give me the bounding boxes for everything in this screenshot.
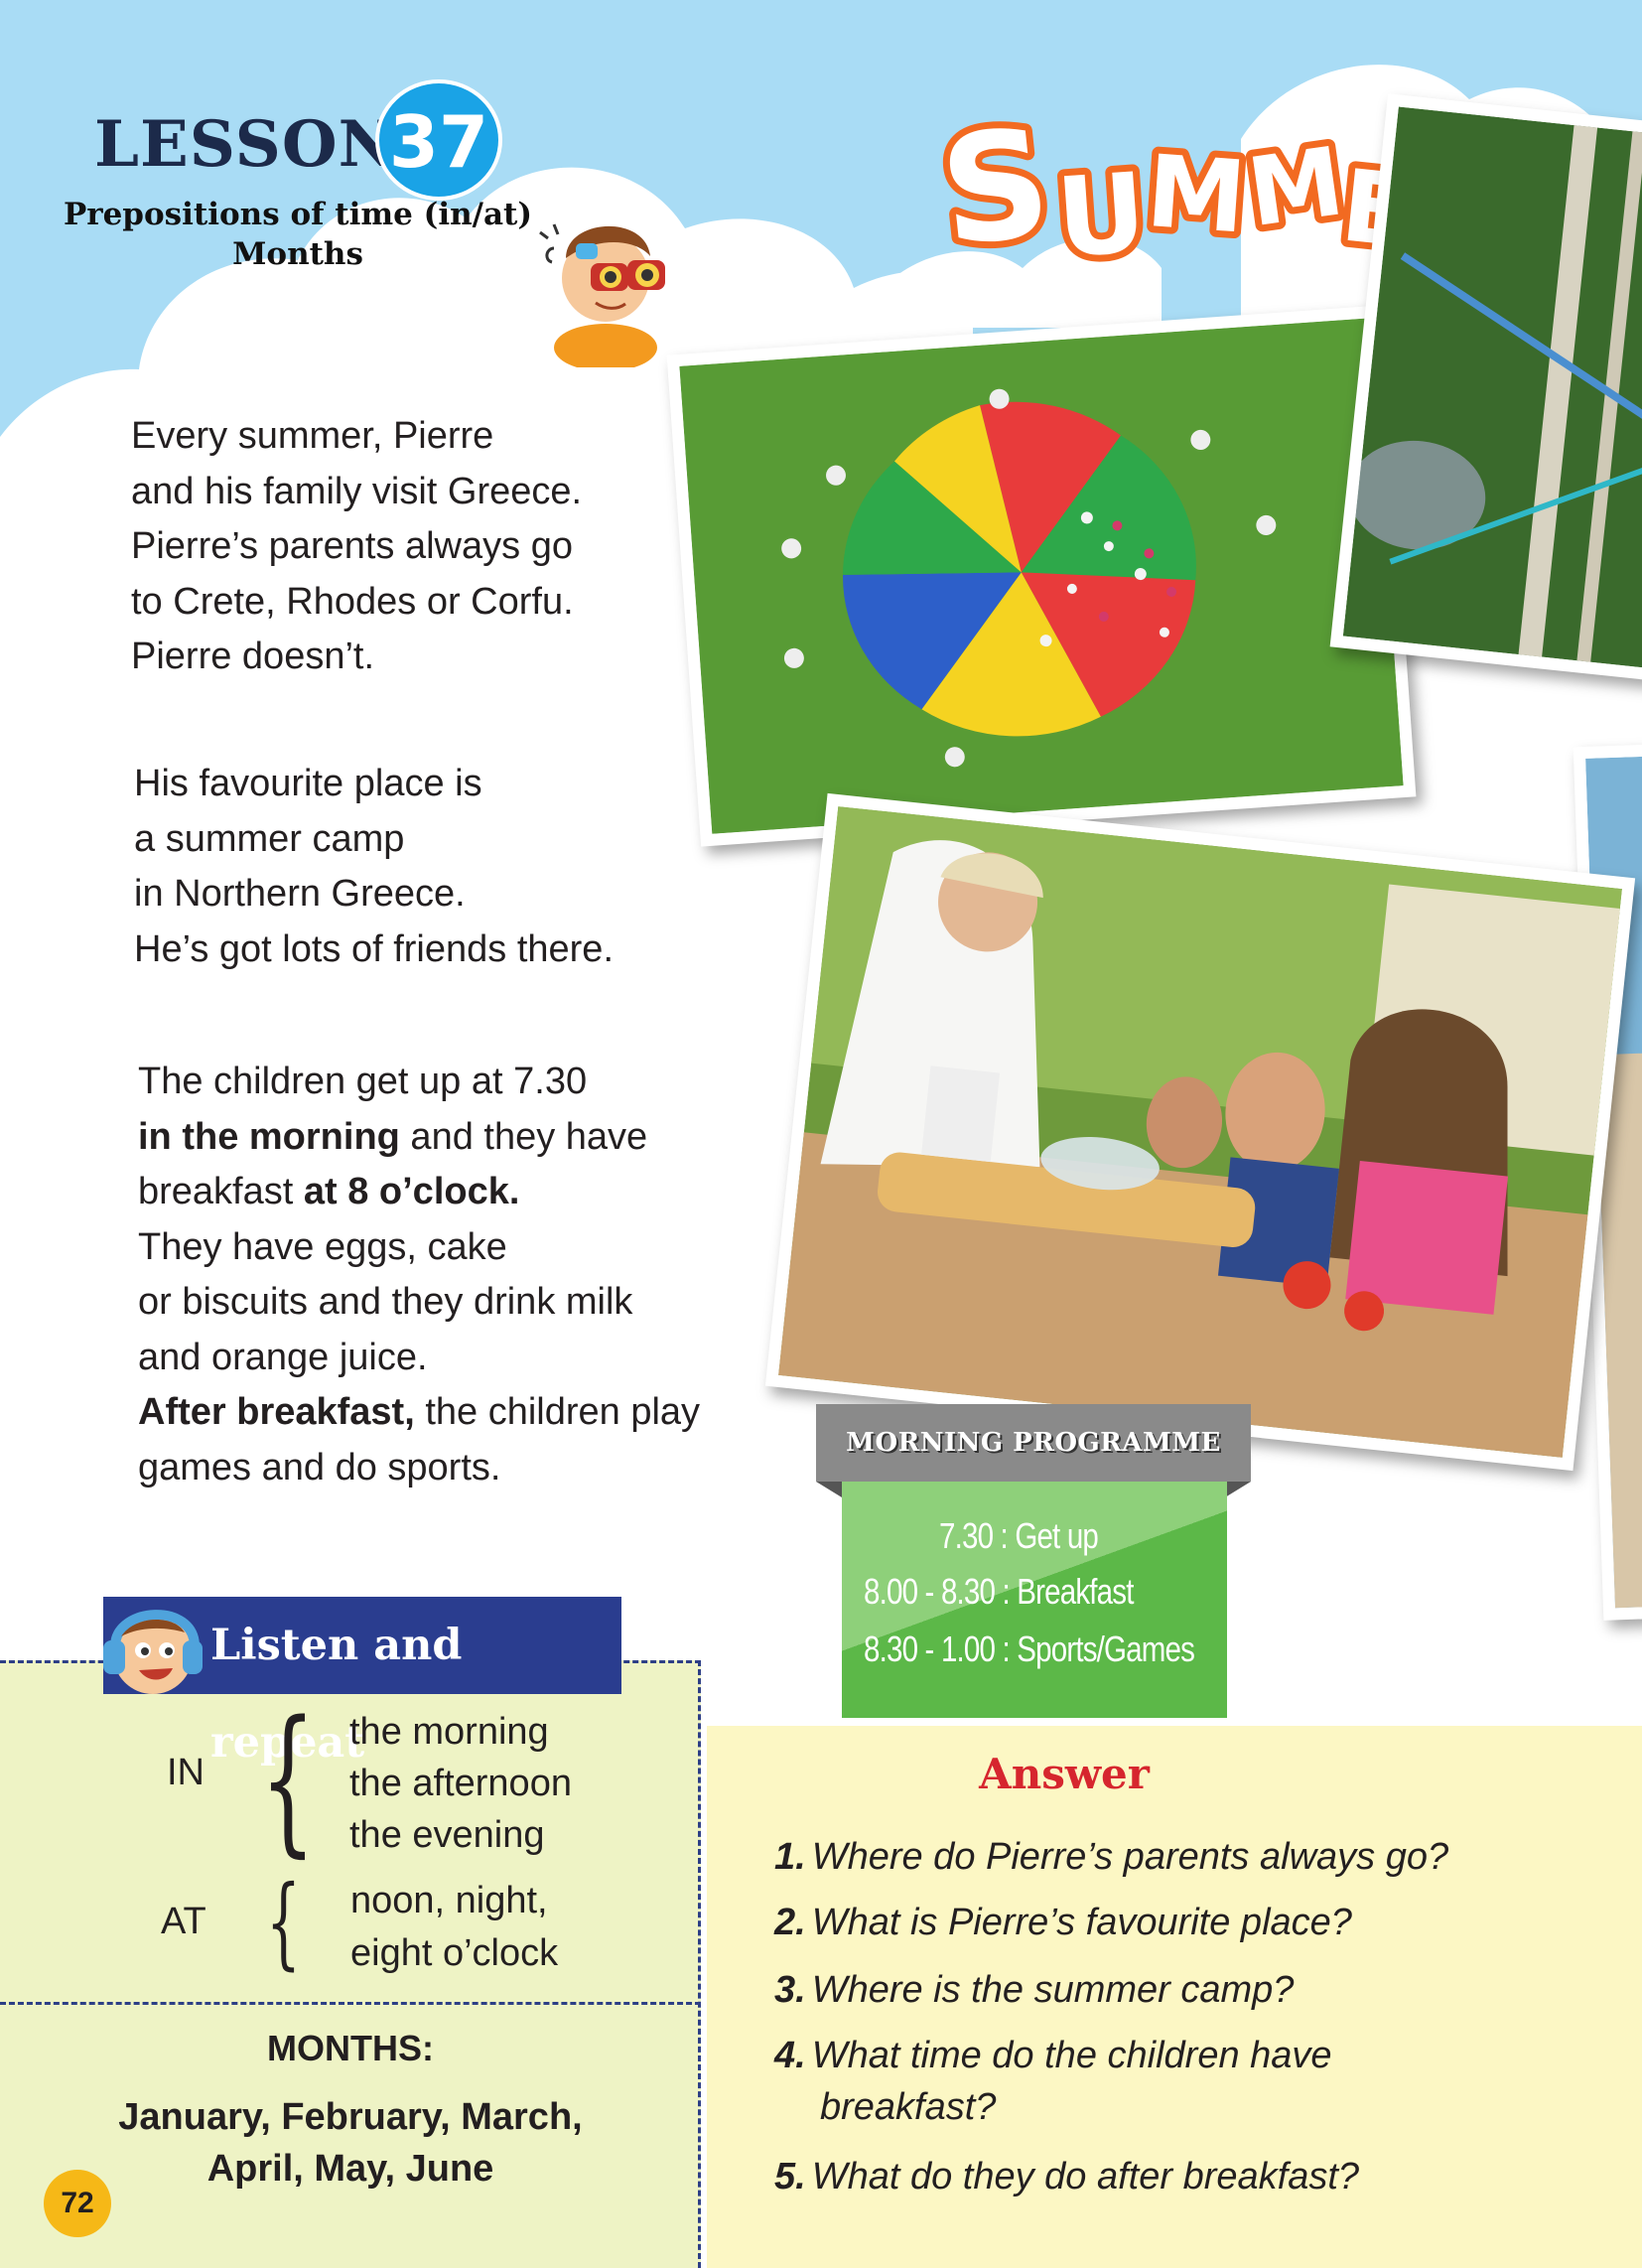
at-brace: { xyxy=(266,1864,301,1980)
text-run: breakfast xyxy=(138,1171,304,1212)
paragraph-line: After breakfast, the children play xyxy=(138,1385,700,1441)
lesson-number-badge: 37 xyxy=(375,79,502,201)
parachute-game-photo xyxy=(666,305,1417,847)
in-phrase: the evening xyxy=(349,1814,545,1856)
paragraph-line: breakfast at 8 o’clock. xyxy=(138,1165,700,1220)
paragraph-line: Pierre’s parents always go xyxy=(131,525,573,567)
paragraph-line: games and do sports. xyxy=(138,1446,501,1488)
breakfast-table-photo xyxy=(764,792,1636,1472)
months-heading: MONTHS: xyxy=(267,2028,434,2068)
paragraph-line: The children get up at 7.30 xyxy=(138,1061,588,1102)
programme-row: 8.30 - 1.00 : Sports/Games xyxy=(864,1629,1195,1669)
svg-text:S: S xyxy=(933,97,1058,280)
question-text: Where do Pierre’s parents always go? xyxy=(811,1836,1449,1878)
svg-text:M: M xyxy=(1242,127,1350,248)
paragraph-line: and his family visit Greece. xyxy=(131,470,583,512)
paragraph-line: and orange juice. xyxy=(138,1336,428,1378)
paragraph-line: to Crete, Rhodes or Corfu. xyxy=(131,580,574,623)
question-number: 2. xyxy=(774,1902,806,1943)
in-phrases: the morning the afternoon the evening xyxy=(349,1706,572,1861)
lesson-subtitle: Prepositions of time (in/at) Months xyxy=(50,195,546,274)
text-run: the children play xyxy=(414,1391,701,1433)
at-phrase: noon, night, xyxy=(350,1880,548,1921)
reading-paragraph-2: His favourite place is a summer camp in … xyxy=(134,757,614,977)
programme-row: 7.30 : Get up xyxy=(939,1515,1099,1556)
answer-heading: Answer xyxy=(979,1750,1150,1798)
paragraph-line: Pierre doesn’t. xyxy=(131,636,375,677)
in-brace: { xyxy=(260,1686,316,1872)
reading-paragraph-3: The children get up at 7.30 in the morni… xyxy=(138,1055,700,1495)
paragraph-line: a summer camp xyxy=(134,817,405,860)
binocular-boy-illustration xyxy=(539,223,665,367)
paragraph-line: in the morning and they have xyxy=(138,1110,700,1166)
bold-phrase: in the morning xyxy=(138,1115,400,1158)
page-number-badge: 72 xyxy=(44,2170,111,2237)
paragraph-line: Every summer, Pierre xyxy=(131,415,494,457)
in-label: IN xyxy=(167,1752,205,1793)
question-text: What do they do after breakfast? xyxy=(811,2156,1360,2197)
question-4: 4. What time do the children have xyxy=(774,2030,1332,2081)
question-text: What is Pierre’s favourite place? xyxy=(811,1902,1352,1943)
question-text: What time do the children have xyxy=(811,2035,1332,2076)
svg-text:M: M xyxy=(1143,133,1249,256)
subtitle-line-1: Prepositions of time (in/at) xyxy=(63,197,533,232)
paragraph-line: or biscuits and they drink milk xyxy=(138,1281,633,1323)
headphones-boy-icon xyxy=(103,1610,203,1694)
question-5: 5. What do they do after breakfast? xyxy=(774,2151,1359,2202)
question-4-continuation: breakfast? xyxy=(820,2086,997,2128)
paragraph-line: in Northern Greece. xyxy=(134,873,466,915)
banner-fold-left xyxy=(816,1482,842,1497)
reading-paragraph-1: Every summer, Pierre and his family visi… xyxy=(131,409,582,685)
in-phrase: the afternoon xyxy=(349,1763,572,1804)
question-number: 3. xyxy=(774,1969,806,2011)
in-phrase: the morning xyxy=(349,1711,549,1753)
paragraph-line: He’s got lots of friends there. xyxy=(134,927,614,970)
question-2: 2. What is Pierre’s favourite place? xyxy=(774,1897,1352,1948)
question-number: 5. xyxy=(774,2156,806,2197)
question-1: 1. Where do Pierre’s parents always go? xyxy=(774,1831,1448,1883)
bold-phrase: at 8 o’clock. xyxy=(303,1171,520,1212)
programme-row: 8.00 - 8.30 : Breakfast xyxy=(864,1571,1134,1612)
question-text: Where is the summer camp? xyxy=(811,1969,1295,2011)
listen-box-divider xyxy=(0,2002,701,2005)
bold-phrase: After breakfast, xyxy=(138,1391,415,1433)
morning-programme-heading: MORNING PROGRAMME xyxy=(816,1404,1251,1482)
question-number: 4. xyxy=(774,2035,806,2076)
text-run: and they have xyxy=(399,1115,648,1158)
question-number: 1. xyxy=(774,1836,806,1878)
at-phrases: noon, night, eight o’clock xyxy=(350,1875,558,1980)
svg-text:U: U xyxy=(1052,149,1150,282)
at-label: AT xyxy=(161,1901,206,1942)
lesson-label: LESSON xyxy=(94,107,398,182)
question-3: 3. Where is the summer camp? xyxy=(774,1964,1294,2016)
at-phrase: eight o’clock xyxy=(350,1932,559,1974)
banner-fold-right xyxy=(1225,1482,1251,1497)
months-list: January, February, March, April, May, Ju… xyxy=(0,2091,701,2195)
morning-programme-board: 7.30 : Get up 8.00 - 8.30 : Breakfast 8.… xyxy=(842,1482,1227,1718)
subtitle-line-2: Months xyxy=(232,236,363,272)
months-line: January, February, March, xyxy=(118,2096,583,2138)
paragraph-line: They have eggs, cake xyxy=(138,1225,507,1268)
paragraph-line: His favourite place is xyxy=(134,763,482,804)
